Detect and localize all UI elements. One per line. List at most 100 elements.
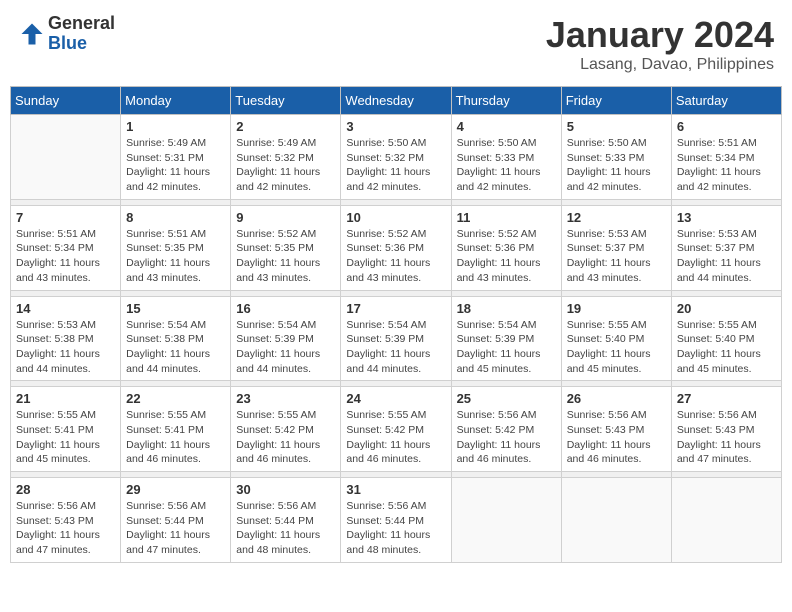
header-thursday: Thursday <box>451 87 561 115</box>
day-number: 23 <box>236 391 335 406</box>
table-row <box>451 478 561 563</box>
table-row: 11 Sunrise: 5:52 AMSunset: 5:36 PMDaylig… <box>451 205 561 290</box>
day-info: Sunrise: 5:54 AMSunset: 5:39 PMDaylight:… <box>457 318 556 377</box>
day-number: 27 <box>677 391 776 406</box>
header-saturday: Saturday <box>671 87 781 115</box>
calendar-week-row: 28 Sunrise: 5:56 AMSunset: 5:43 PMDaylig… <box>11 478 782 563</box>
day-info: Sunrise: 5:56 AMSunset: 5:43 PMDaylight:… <box>567 408 666 467</box>
day-info: Sunrise: 5:49 AMSunset: 5:32 PMDaylight:… <box>236 136 335 195</box>
table-row: 19 Sunrise: 5:55 AMSunset: 5:40 PMDaylig… <box>561 296 671 381</box>
title-area: January 2024 Lasang, Davao, Philippines <box>546 14 774 74</box>
calendar-header-row: Sunday Monday Tuesday Wednesday Thursday… <box>11 87 782 115</box>
table-row <box>561 478 671 563</box>
day-number: 1 <box>126 119 225 134</box>
calendar-week-row: 21 Sunrise: 5:55 AMSunset: 5:41 PMDaylig… <box>11 387 782 472</box>
table-row: 10 Sunrise: 5:52 AMSunset: 5:36 PMDaylig… <box>341 205 451 290</box>
day-number: 14 <box>16 301 115 316</box>
header-wednesday: Wednesday <box>341 87 451 115</box>
day-number: 8 <box>126 210 225 225</box>
day-number: 5 <box>567 119 666 134</box>
day-info: Sunrise: 5:55 AMSunset: 5:42 PMDaylight:… <box>236 408 335 467</box>
table-row: 16 Sunrise: 5:54 AMSunset: 5:39 PMDaylig… <box>231 296 341 381</box>
location: Lasang, Davao, Philippines <box>546 56 774 74</box>
day-info: Sunrise: 5:55 AMSunset: 5:41 PMDaylight:… <box>16 408 115 467</box>
day-number: 20 <box>677 301 776 316</box>
day-number: 6 <box>677 119 776 134</box>
table-row: 3 Sunrise: 5:50 AMSunset: 5:32 PMDayligh… <box>341 115 451 200</box>
day-info: Sunrise: 5:53 AMSunset: 5:38 PMDaylight:… <box>16 318 115 377</box>
day-info: Sunrise: 5:51 AMSunset: 5:35 PMDaylight:… <box>126 227 225 286</box>
day-number: 18 <box>457 301 556 316</box>
day-info: Sunrise: 5:55 AMSunset: 5:40 PMDaylight:… <box>677 318 776 377</box>
table-row: 26 Sunrise: 5:56 AMSunset: 5:43 PMDaylig… <box>561 387 671 472</box>
day-number: 3 <box>346 119 445 134</box>
table-row: 2 Sunrise: 5:49 AMSunset: 5:32 PMDayligh… <box>231 115 341 200</box>
day-info: Sunrise: 5:56 AMSunset: 5:43 PMDaylight:… <box>16 499 115 558</box>
day-info: Sunrise: 5:56 AMSunset: 5:44 PMDaylight:… <box>346 499 445 558</box>
day-info: Sunrise: 5:54 AMSunset: 5:38 PMDaylight:… <box>126 318 225 377</box>
table-row: 5 Sunrise: 5:50 AMSunset: 5:33 PMDayligh… <box>561 115 671 200</box>
day-info: Sunrise: 5:49 AMSunset: 5:31 PMDaylight:… <box>126 136 225 195</box>
logo: General Blue <box>18 14 115 54</box>
day-number: 12 <box>567 210 666 225</box>
header-tuesday: Tuesday <box>231 87 341 115</box>
day-number: 29 <box>126 482 225 497</box>
day-info: Sunrise: 5:56 AMSunset: 5:44 PMDaylight:… <box>126 499 225 558</box>
day-number: 21 <box>16 391 115 406</box>
calendar-week-row: 14 Sunrise: 5:53 AMSunset: 5:38 PMDaylig… <box>11 296 782 381</box>
table-row: 28 Sunrise: 5:56 AMSunset: 5:43 PMDaylig… <box>11 478 121 563</box>
day-info: Sunrise: 5:52 AMSunset: 5:36 PMDaylight:… <box>457 227 556 286</box>
day-info: Sunrise: 5:55 AMSunset: 5:40 PMDaylight:… <box>567 318 666 377</box>
header-monday: Monday <box>121 87 231 115</box>
table-row: 24 Sunrise: 5:55 AMSunset: 5:42 PMDaylig… <box>341 387 451 472</box>
table-row <box>11 115 121 200</box>
day-info: Sunrise: 5:50 AMSunset: 5:33 PMDaylight:… <box>457 136 556 195</box>
logo-general: General <box>48 14 115 34</box>
day-info: Sunrise: 5:53 AMSunset: 5:37 PMDaylight:… <box>677 227 776 286</box>
header-sunday: Sunday <box>11 87 121 115</box>
table-row: 15 Sunrise: 5:54 AMSunset: 5:38 PMDaylig… <box>121 296 231 381</box>
day-info: Sunrise: 5:51 AMSunset: 5:34 PMDaylight:… <box>16 227 115 286</box>
table-row: 31 Sunrise: 5:56 AMSunset: 5:44 PMDaylig… <box>341 478 451 563</box>
day-number: 28 <box>16 482 115 497</box>
day-info: Sunrise: 5:52 AMSunset: 5:36 PMDaylight:… <box>346 227 445 286</box>
day-info: Sunrise: 5:55 AMSunset: 5:42 PMDaylight:… <box>346 408 445 467</box>
day-number: 4 <box>457 119 556 134</box>
day-info: Sunrise: 5:56 AMSunset: 5:42 PMDaylight:… <box>457 408 556 467</box>
table-row: 7 Sunrise: 5:51 AMSunset: 5:34 PMDayligh… <box>11 205 121 290</box>
day-number: 19 <box>567 301 666 316</box>
table-row: 29 Sunrise: 5:56 AMSunset: 5:44 PMDaylig… <box>121 478 231 563</box>
day-number: 2 <box>236 119 335 134</box>
table-row: 4 Sunrise: 5:50 AMSunset: 5:33 PMDayligh… <box>451 115 561 200</box>
table-row: 9 Sunrise: 5:52 AMSunset: 5:35 PMDayligh… <box>231 205 341 290</box>
day-info: Sunrise: 5:50 AMSunset: 5:33 PMDaylight:… <box>567 136 666 195</box>
day-info: Sunrise: 5:52 AMSunset: 5:35 PMDaylight:… <box>236 227 335 286</box>
table-row: 6 Sunrise: 5:51 AMSunset: 5:34 PMDayligh… <box>671 115 781 200</box>
table-row: 18 Sunrise: 5:54 AMSunset: 5:39 PMDaylig… <box>451 296 561 381</box>
table-row: 25 Sunrise: 5:56 AMSunset: 5:42 PMDaylig… <box>451 387 561 472</box>
day-number: 25 <box>457 391 556 406</box>
calendar-table: Sunday Monday Tuesday Wednesday Thursday… <box>10 86 782 563</box>
table-row: 30 Sunrise: 5:56 AMSunset: 5:44 PMDaylig… <box>231 478 341 563</box>
day-number: 31 <box>346 482 445 497</box>
table-row: 12 Sunrise: 5:53 AMSunset: 5:37 PMDaylig… <box>561 205 671 290</box>
calendar-week-row: 1 Sunrise: 5:49 AMSunset: 5:31 PMDayligh… <box>11 115 782 200</box>
table-row: 1 Sunrise: 5:49 AMSunset: 5:31 PMDayligh… <box>121 115 231 200</box>
day-number: 13 <box>677 210 776 225</box>
table-row: 20 Sunrise: 5:55 AMSunset: 5:40 PMDaylig… <box>671 296 781 381</box>
header: General Blue January 2024 Lasang, Davao,… <box>10 10 782 78</box>
day-info: Sunrise: 5:56 AMSunset: 5:43 PMDaylight:… <box>677 408 776 467</box>
day-number: 26 <box>567 391 666 406</box>
day-info: Sunrise: 5:53 AMSunset: 5:37 PMDaylight:… <box>567 227 666 286</box>
day-number: 24 <box>346 391 445 406</box>
table-row: 27 Sunrise: 5:56 AMSunset: 5:43 PMDaylig… <box>671 387 781 472</box>
day-number: 22 <box>126 391 225 406</box>
logo-icon <box>18 20 46 48</box>
day-number: 16 <box>236 301 335 316</box>
logo-text: General Blue <box>48 14 115 54</box>
table-row: 14 Sunrise: 5:53 AMSunset: 5:38 PMDaylig… <box>11 296 121 381</box>
table-row: 21 Sunrise: 5:55 AMSunset: 5:41 PMDaylig… <box>11 387 121 472</box>
month-title: January 2024 <box>546 14 774 56</box>
logo-blue: Blue <box>48 34 115 54</box>
table-row <box>671 478 781 563</box>
